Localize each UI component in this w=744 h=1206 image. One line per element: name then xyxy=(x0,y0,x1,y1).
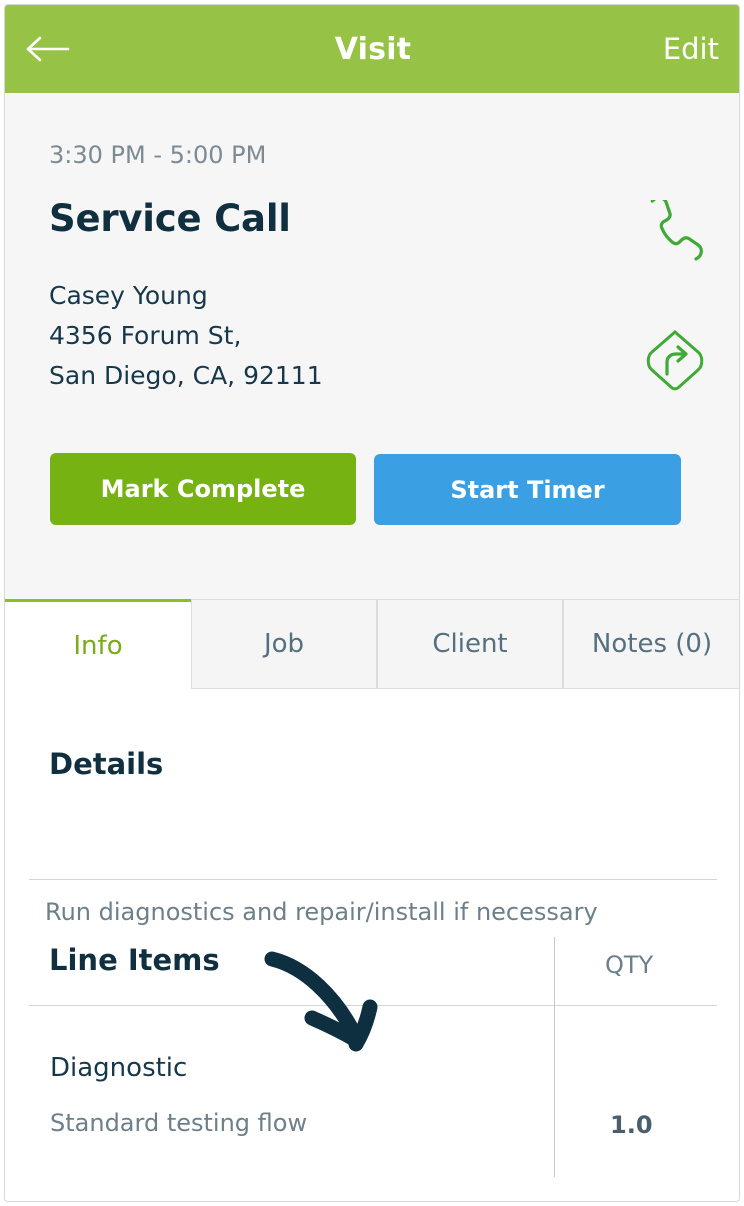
divider-top xyxy=(29,879,717,880)
address-line-1: 4356 Forum St, xyxy=(49,321,241,350)
page-title: Visit xyxy=(5,5,740,93)
tab-job[interactable]: Job xyxy=(191,599,377,689)
line-items-heading: Line Items xyxy=(49,943,220,977)
call-button[interactable] xyxy=(639,200,711,262)
app-window: Visit Edit 3:30 PM - 5:00 PM Service Cal… xyxy=(4,4,740,1202)
tab-notes[interactable]: Notes (0) xyxy=(563,599,740,689)
phone-icon xyxy=(639,200,711,262)
edit-button[interactable]: Edit xyxy=(663,5,719,93)
details-heading: Details xyxy=(49,747,163,781)
qty-column-header: QTY xyxy=(605,951,653,979)
line-item-name: Diagnostic xyxy=(50,1053,187,1083)
navigate-button[interactable] xyxy=(643,329,707,393)
visit-time-range: 3:30 PM - 5:00 PM xyxy=(49,141,266,169)
mark-complete-button[interactable]: Mark Complete xyxy=(50,453,356,525)
visit-description: Run diagnostics and repair/install if ne… xyxy=(45,898,598,926)
start-timer-button[interactable]: Start Timer xyxy=(374,454,681,525)
visit-type-title: Service Call xyxy=(49,197,291,240)
client-name: Casey Young xyxy=(49,281,208,310)
info-tab-content: Details Run diagnostics and repair/insta… xyxy=(5,689,740,1202)
line-item-qty: 1.0 xyxy=(610,1111,653,1139)
tab-info[interactable]: Info xyxy=(5,599,191,689)
line-item-description: Standard testing flow xyxy=(50,1109,307,1137)
divider-line-items xyxy=(29,1005,717,1006)
tab-bar: Info Job Client Notes (0) xyxy=(5,599,740,689)
visit-summary-panel: 3:30 PM - 5:00 PM Service Call Casey You… xyxy=(5,93,740,599)
app-header: Visit Edit xyxy=(5,5,740,93)
qty-column-divider xyxy=(554,937,555,1177)
tab-client[interactable]: Client xyxy=(377,599,563,689)
address-line-2: San Diego, CA, 92111 xyxy=(49,361,323,390)
navigate-arrow-icon xyxy=(643,329,707,393)
